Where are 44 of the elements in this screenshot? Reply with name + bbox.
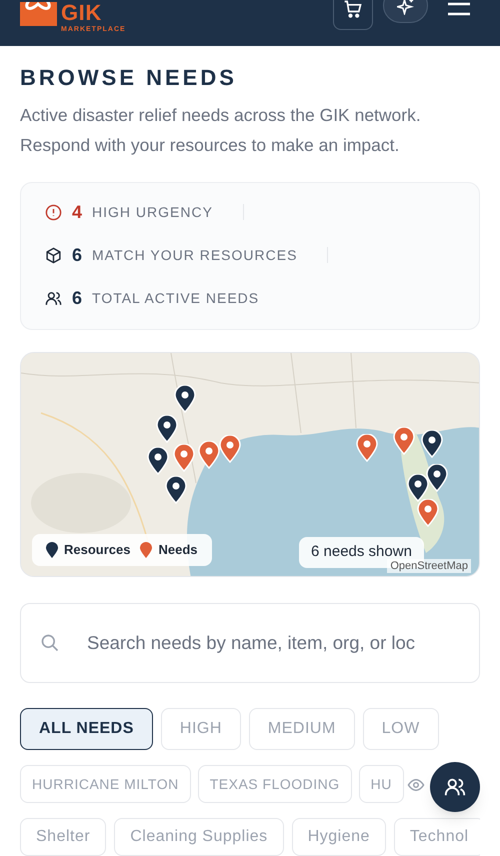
map-pin-icon[interactable]	[173, 385, 197, 413]
menu-icon[interactable]	[448, 2, 470, 16]
sparkle-icon	[396, 0, 414, 14]
filter-chip[interactable]: Cleaning Supplies	[114, 818, 284, 856]
cart-icon	[343, 0, 363, 19]
stat-label: HIGH URGENCY	[92, 202, 213, 222]
stat-count: 4	[72, 200, 82, 224]
people-icon	[45, 290, 62, 306]
stat-count: 6	[72, 286, 82, 310]
map-pin-icon[interactable]	[425, 464, 449, 492]
filter-chip[interactable]: LOW	[362, 708, 439, 750]
logo-text: GIK	[61, 2, 103, 24]
filter-chip[interactable]: TEXAS FLOODING	[198, 765, 352, 803]
cart-button[interactable]	[333, 0, 373, 30]
legend-label: Needs	[158, 541, 198, 560]
filter-chip[interactable]: HURRICANE MILTON	[20, 765, 191, 803]
filter-chip[interactable]: HU	[358, 765, 404, 803]
community-button[interactable]	[430, 762, 480, 812]
legend-label: Resources	[64, 541, 130, 560]
box-icon	[45, 246, 62, 264]
filter-chip[interactable]: HIGH	[160, 708, 241, 750]
map-pin-icon[interactable]	[155, 415, 179, 443]
stat-count: 6	[72, 244, 82, 266]
legend-pin-icon	[140, 542, 152, 558]
search-field[interactable]: Search needs by name, item, org, or loc	[20, 603, 480, 683]
stat-label: MATCH YOUR RESOURCES	[92, 246, 298, 264]
map-pin-icon[interactable]	[164, 476, 188, 504]
page-title: BROWSE NEEDS	[20, 66, 238, 90]
page-description: Active disaster relief needs across the GIK network. Respond with your resources to make an impact.	[20, 104, 422, 157]
map-attribution[interactable]: OpenStreetMap	[387, 559, 471, 573]
filter-chip[interactable]: ALL NEEDS	[20, 708, 153, 750]
stat-label: TOTAL ACTIVE NEEDS	[92, 288, 260, 308]
alert-icon	[45, 204, 62, 220]
filter-chip[interactable]: Shelter	[20, 818, 106, 856]
search-icon	[40, 633, 60, 653]
filter-chip[interactable]: Technol	[394, 818, 480, 856]
people-icon	[444, 776, 466, 798]
filter-chip[interactable]: MEDIUM	[248, 708, 355, 750]
map-pin-icon[interactable]	[146, 447, 170, 475]
logo-icon	[20, 2, 57, 26]
map-pin-icon[interactable]	[420, 430, 444, 458]
legend-pin-icon	[46, 542, 58, 558]
filter-chip[interactable]: Hygiene	[292, 818, 386, 856]
map-pin-icon[interactable]	[406, 474, 430, 502]
